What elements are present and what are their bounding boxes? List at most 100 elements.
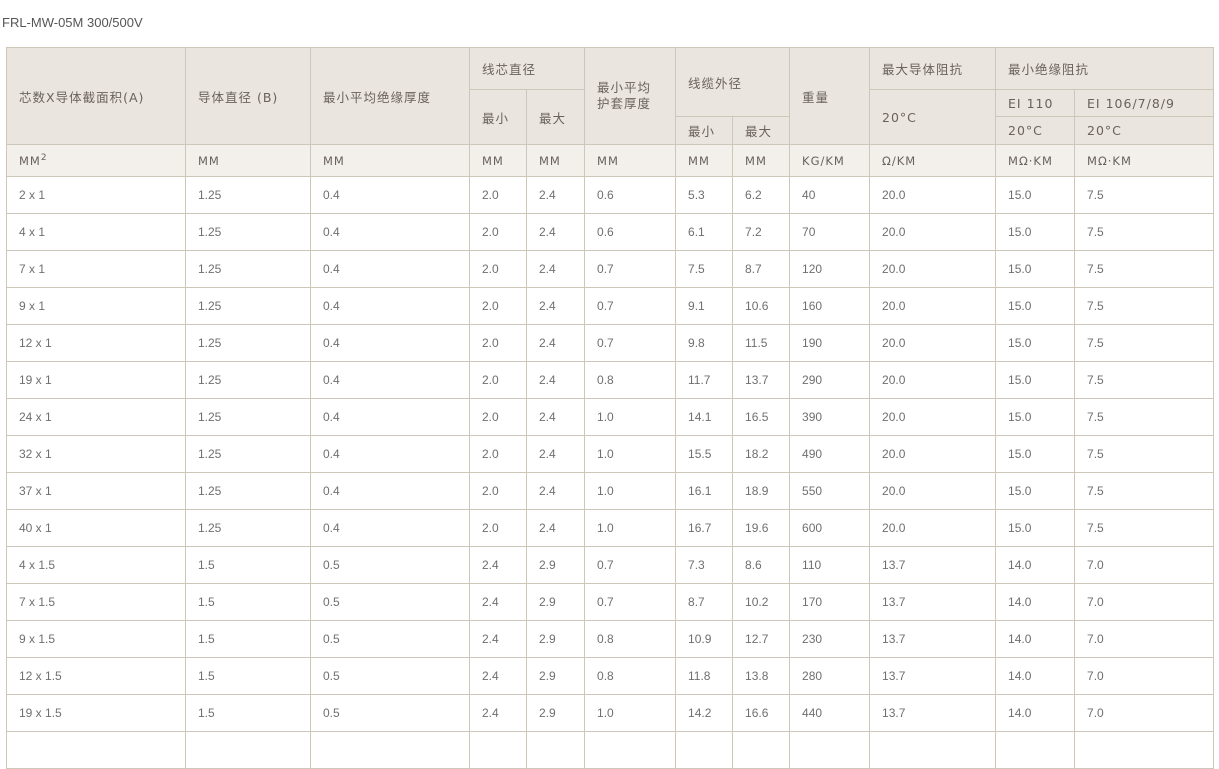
page-title: FRL-MW-05M 300/500V: [2, 15, 143, 30]
cell-cores-area: 7 x 1: [6, 250, 186, 288]
cell-cores-area: 4 x 1: [6, 213, 186, 251]
cell-od-max: 8.6: [732, 546, 791, 584]
unit-conductor-diameter: MM: [185, 144, 311, 177]
unit-core-max: MM: [525, 144, 586, 177]
cell-core-min: 2.0: [469, 361, 527, 399]
cell-ins-ei106: 7.5: [1074, 287, 1215, 325]
header-ei106-temp: 20°C: [1074, 116, 1215, 145]
cell-conductor-diameter: 1.25: [185, 398, 311, 436]
cell-core-max: 2.4: [525, 361, 586, 399]
cell-insulation: 0.4: [310, 287, 470, 325]
cell-insulation: 0.4: [310, 398, 470, 436]
cell-resistance: 20.0: [869, 176, 997, 214]
header-core-max: 最大: [525, 89, 586, 145]
cell-od-min: 9.1: [675, 287, 734, 325]
cell-core-max: 2.4: [525, 509, 586, 547]
cell-od-min: 14.1: [675, 398, 734, 436]
cell-od-min: [675, 731, 734, 769]
cell-insulation: 0.5: [310, 583, 470, 621]
cell-core-min: 2.0: [469, 472, 527, 510]
cell-od-max: 8.7: [732, 250, 791, 288]
cell-ins-ei110: 15.0: [995, 361, 1076, 399]
cell-core-min: 2.0: [469, 176, 527, 214]
header-core-min: 最小: [469, 89, 527, 145]
cell-conductor-diameter: 1.25: [185, 435, 311, 473]
cell-cores-area: 32 x 1: [6, 435, 186, 473]
cell-weight: 170: [789, 583, 871, 621]
cell-core-min: 2.0: [469, 287, 527, 325]
table-header: 芯数X导体截面积(A) 导体直径 (B) 最小平均绝缘厚度 线芯直径 最小平均护…: [6, 47, 1215, 177]
cell-od-min: 8.7: [675, 583, 734, 621]
cell-od-min: 11.7: [675, 361, 734, 399]
cell-resistance: 20.0: [869, 324, 997, 362]
cell-od-min: 10.9: [675, 620, 734, 658]
cell-conductor-diameter: 1.25: [185, 176, 311, 214]
spec-table: 芯数X导体截面积(A) 导体直径 (B) 最小平均绝缘厚度 线芯直径 最小平均护…: [6, 47, 1215, 769]
cell-ins-ei106: 7.5: [1074, 361, 1215, 399]
cell-ins-ei106: [1074, 731, 1215, 769]
cell-core-max: 2.4: [525, 472, 586, 510]
cell-cores-area: 24 x 1: [6, 398, 186, 436]
unit-insulation: MM: [310, 144, 470, 177]
cell-cores-area: 4 x 1.5: [6, 546, 186, 584]
cell-core-min: 2.4: [469, 694, 527, 732]
cell-cores-area: 7 x 1.5: [6, 583, 186, 621]
cell-od-max: 19.6: [732, 509, 791, 547]
header-min-avg-insulation: 最小平均绝缘厚度: [310, 47, 470, 145]
unit-ins-ei106: MΩ·KM: [1074, 144, 1215, 177]
cell-conductor-diameter: 1.25: [185, 509, 311, 547]
table-row: 4 x 1 1.25 0.4 2.0 2.4 0.6 6.1 7.2 70 20.0 15.0 7.5: [6, 213, 1215, 251]
cell-ins-ei110: 15.0: [995, 287, 1076, 325]
cell-od-max: 11.5: [732, 324, 791, 362]
cell-insulation: 0.4: [310, 361, 470, 399]
cell-insulation: 0.4: [310, 472, 470, 510]
cell-resistance: 13.7: [869, 546, 997, 584]
cell-od-max: [732, 731, 791, 769]
cell-core-min: [469, 731, 527, 769]
cell-cores-area: 37 x 1: [6, 472, 186, 510]
cell-sheath: 0.8: [584, 620, 677, 658]
cell-conductor-diameter: 1.25: [185, 361, 311, 399]
cell-resistance: 20.0: [869, 435, 997, 473]
cell-sheath: 0.7: [584, 287, 677, 325]
cell-core-min: 2.4: [469, 657, 527, 695]
cell-insulation: 0.4: [310, 509, 470, 547]
header-ei110: EI 110: [995, 89, 1076, 117]
cell-weight: 490: [789, 435, 871, 473]
cell-insulation: [310, 731, 470, 769]
cell-weight: 230: [789, 620, 871, 658]
cell-conductor-diameter: 1.5: [185, 583, 311, 621]
cell-core-max: 2.9: [525, 620, 586, 658]
table-row: 24 x 1 1.25 0.4 2.0 2.4 1.0 14.1 16.5 390 20.0 15.…: [6, 398, 1215, 436]
header-min-insulation-resistance: 最小绝缘阻抗: [995, 47, 1215, 90]
cell-insulation: 0.4: [310, 435, 470, 473]
cell-ins-ei110: 15.0: [995, 324, 1076, 362]
cell-ins-ei106: 7.5: [1074, 250, 1215, 288]
cell-conductor-diameter: 1.25: [185, 324, 311, 362]
cell-od-min: 9.8: [675, 324, 734, 362]
header-core-diameter: 线芯直径: [468, 47, 586, 90]
unit-sheath: MM: [584, 144, 677, 177]
unit-ins-ei110: MΩ·KM: [995, 144, 1076, 177]
table-body: 2 x 1 1.25 0.4 2.0 2.4 0.6 5.3 6.2 40 20.0 15.0 7.5…: [6, 176, 1215, 769]
cell-weight: 70: [789, 213, 871, 251]
cell-ins-ei110: 15.0: [995, 472, 1076, 510]
table-row: 9 x 1 1.25 0.4 2.0 2.4 0.7 9.1 10.6 160 20.0 15.0 7…: [6, 287, 1215, 325]
header-od-min: 最小: [675, 116, 734, 145]
cell-sheath: 0.6: [584, 213, 677, 251]
cell-ins-ei110: 15.0: [995, 398, 1076, 436]
header-cable-od: 线缆外径: [675, 47, 791, 117]
cell-core-min: 2.0: [469, 435, 527, 473]
units-row: MM2 MM MM MM MM MM MM MM KG/KM Ω/KM MΩ·K…: [6, 144, 1215, 177]
cell-resistance: 20.0: [869, 361, 997, 399]
cell-core-min: 2.0: [469, 509, 527, 547]
table-row: 19 x 1.5 1.5 0.5 2.4 2.9 1.0 14.2 16.6 440 13.7 14…: [6, 694, 1215, 732]
cell-core-min: 2.0: [469, 213, 527, 251]
cell-resistance: 13.7: [869, 657, 997, 695]
cell-od-max: 7.2: [732, 213, 791, 251]
cell-ins-ei110: 14.0: [995, 657, 1076, 695]
table-row: 4 x 1.5 1.5 0.5 2.4 2.9 0.7 7.3 8.6 110 13.7 14.0 7…: [6, 546, 1215, 584]
cell-sheath: 1.0: [584, 509, 677, 547]
cell-cores-area: 2 x 1: [6, 176, 186, 214]
cell-od-min: 16.1: [675, 472, 734, 510]
